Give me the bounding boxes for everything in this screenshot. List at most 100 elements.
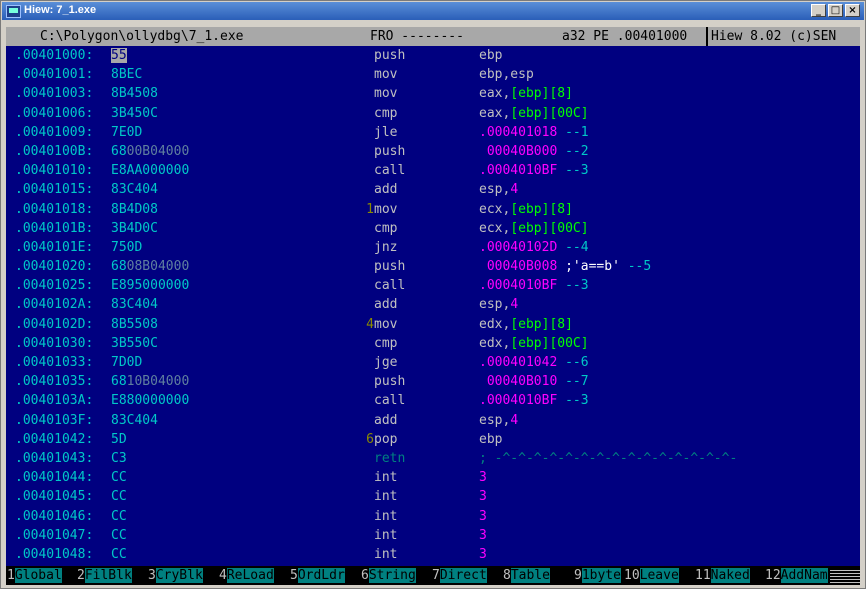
fkey-label: CryBlk <box>155 568 203 583</box>
row-hex-bytes: 83C404 <box>111 411 158 430</box>
fkey-number: 1 <box>7 568 15 583</box>
disasm-row[interactable]: .00401048: CC int 3 <box>6 545 860 564</box>
jump-reference[interactable]: --⁠2 <box>557 144 589 159</box>
disasm-row[interactable]: .00401045: CC int 3 <box>6 487 860 506</box>
jump-reference[interactable]: --⁠6 <box>557 355 589 370</box>
disasm-row[interactable]: .00401000: 55 push ebp <box>6 46 860 65</box>
row-mnemonic: push <box>374 143 406 159</box>
disasm-row[interactable]: .0040101B: 3B4D0C cmp ecx,[ebp][00C] <box>6 219 860 238</box>
function-key-f9[interactable]: 91byte <box>574 566 621 585</box>
row-address: .0040101B: <box>15 220 94 236</box>
function-key-f12[interactable]: 12AddNam <box>765 566 828 585</box>
function-key-f5[interactable]: 5OrdLdr <box>290 566 345 585</box>
window-title: Hiew: 7_1.exe <box>24 4 97 16</box>
disasm-row[interactable]: .0040102D: 8B5508 4 mov edx,[ebp][8] <box>6 315 860 334</box>
function-key-f3[interactable]: 3CryBlk <box>148 566 203 585</box>
row-mnemonic: call <box>374 393 406 409</box>
operand-part: eax, <box>479 105 511 121</box>
disasm-row[interactable]: .00401044: CC int 3 <box>6 468 860 487</box>
relocated-bytes: 08B04000 <box>126 259 190 275</box>
row-operands: ebp <box>479 46 502 65</box>
row-hex-bytes: E8AA000000 <box>111 161 189 180</box>
hex-bytes: 8B4508 <box>111 86 158 102</box>
row-address: .0040100B: <box>15 143 94 159</box>
jump-reference[interactable]: --⁠1 <box>557 125 589 140</box>
operand-part: esp, <box>479 412 511 428</box>
function-key-f10[interactable]: 10Leave <box>624 566 679 585</box>
function-key-f11[interactable]: 11Naked <box>695 566 750 585</box>
jump-reference[interactable]: --⁠4 <box>557 240 589 255</box>
minimize-button[interactable]: _ <box>811 4 826 17</box>
disasm-row[interactable]: .00401042: 5D 6 pop ebp <box>6 430 860 449</box>
jump-reference[interactable]: --⁠3 <box>557 278 589 293</box>
row-mnemonic: call <box>374 278 406 294</box>
function-key-f4[interactable]: 4ReLoad <box>219 566 274 585</box>
operand-part: edx, <box>479 335 511 351</box>
operand-part: [ebp][8] <box>510 201 573 217</box>
disasm-row[interactable]: .00401047: CC int 3 <box>6 526 860 545</box>
hiew-console[interactable]: C:\Polygon\ollydbg\7_1.exe ⁠FRO --------… <box>6 27 860 585</box>
disasm-row[interactable]: .00401025: E895000000 call .0004010BF --⁠3 <box>6 276 860 295</box>
disasm-row[interactable]: .00401035: 6810B04000 push 00040B010 --⁠7 <box>6 372 860 391</box>
fkey-number: 7 <box>432 568 440 583</box>
jump-reference[interactable]: --⁠5 <box>620 259 652 274</box>
disasm-row[interactable]: .0040101E: 750D jnz .00040102D --⁠4 <box>6 238 860 257</box>
title-bar[interactable]: Hiew: 7_1.exe _ □ × <box>2 2 864 20</box>
disasm-row[interactable]: .00401030: 3B550C cmp edx,[ebp][00C] <box>6 334 860 353</box>
row-hex-bytes: CC <box>111 526 127 545</box>
row-operands: .000401042 --⁠6 <box>479 353 589 372</box>
function-key-f2[interactable]: 2FilBlk <box>77 566 132 585</box>
disasm-row[interactable]: .00401001: 8BEC mov ebp,esp <box>6 65 860 84</box>
disasm-row[interactable]: .00401003: 8B4508 mov eax,[ebp][8] <box>6 84 860 103</box>
disasm-row[interactable]: .00401015: 83C404 add esp,4 <box>6 180 860 199</box>
disasm-row[interactable]: .00401046: CC int 3 <box>6 507 860 526</box>
row-address: .00401046: <box>15 508 94 524</box>
row-mnemonic: cmp <box>374 105 398 121</box>
fkey-label: OrdLdr <box>297 568 345 583</box>
row-hex-bytes: E880000000 <box>111 391 189 410</box>
close-button[interactable]: × <box>845 4 860 17</box>
disasm-row[interactable]: .00401010: E8AA000000 call .0004010BF --⁠3 <box>6 161 860 180</box>
disasm-row[interactable]: .0040103A: E880000000 call .0004010BF --⁠3 <box>6 391 860 410</box>
row-hex-bytes: 3B450C <box>111 104 158 123</box>
row-operands: edx,[ebp][00C] <box>479 334 589 353</box>
disasm-row[interactable]: .00401018: 8B4D08 1 mov ecx,[ebp][8] <box>6 200 860 219</box>
hex-bytes: 750D <box>111 239 143 255</box>
disasm-row[interactable]: .00401020: 6808B04000 push 00040B008 ;'a==… <box>6 257 860 276</box>
row-operands: 3 <box>479 507 487 526</box>
disasm-row[interactable]: .0040102A: 83C404 add esp,4 <box>6 295 860 314</box>
function-key-f1[interactable]: 1Global <box>7 566 62 585</box>
row-mnemonic: jge <box>374 355 398 370</box>
row-hex-bytes: 6800B04000 <box>111 142 189 161</box>
operand-part: 4 <box>510 297 519 313</box>
fkey-label: Leave <box>639 568 679 583</box>
row-address: .0040102A: <box>15 297 94 313</box>
jump-reference[interactable]: --⁠3 <box>557 393 589 408</box>
function-key-bar: 1Global 2FilBlk 3CryBlk 4ReLoad 5OrdLdr 6Stri… <box>6 566 860 585</box>
function-key-f6[interactable]: 6String <box>361 566 416 585</box>
jump-reference[interactable]: --⁠7 <box>557 374 589 389</box>
disasm-row[interactable]: .00401009: 7E0D jle .000401018 --⁠1 <box>6 123 860 142</box>
row-address: .0040101E: <box>15 239 94 255</box>
disasm-row[interactable]: .00401043: C3 retn ; -^-^-^-^-^-^-^-^-^-^-^… <box>6 449 860 468</box>
row-hex-bytes: CC <box>111 468 127 487</box>
maximize-button[interactable]: □ <box>828 4 843 17</box>
disassembly-listing[interactable]: .00401000: 55 push ebp .00401001: 8BEC mov ebp,… <box>6 46 860 564</box>
operand-part: [ebp][8] <box>510 86 573 102</box>
disasm-row[interactable]: .0040100B: 6800B04000 push 00040B000 --⁠2 <box>6 142 860 161</box>
row-mnemonic: int <box>374 470 398 486</box>
disasm-row[interactable]: .00401006: 3B450C cmp eax,[ebp][00C] <box>6 104 860 123</box>
disasm-row[interactable]: .00401033: 7D0D jge .000401042 --⁠6 <box>6 353 860 372</box>
row-mnemonic: int <box>374 489 398 505</box>
disasm-row[interactable]: .0040103F: 83C404 add esp,4 <box>6 411 860 430</box>
row-operands: 3 <box>479 487 487 506</box>
jump-reference[interactable]: --⁠3 <box>557 163 589 178</box>
row-operands: 00040B010 --⁠7 <box>479 372 589 391</box>
hex-bytes: 8B5508 <box>111 316 158 332</box>
row-mnemonic: call <box>374 163 406 179</box>
function-key-f7[interactable]: 7Direct <box>432 566 487 585</box>
app-window: Hiew: 7_1.exe _ □ × C:\Polygon\ollydbg\7… <box>0 0 866 589</box>
function-key-f8[interactable]: 8Table <box>503 566 550 585</box>
row-operands: .0004010BF --⁠3 <box>479 161 589 180</box>
row-operands: ecx,[ebp][8] <box>479 200 573 219</box>
